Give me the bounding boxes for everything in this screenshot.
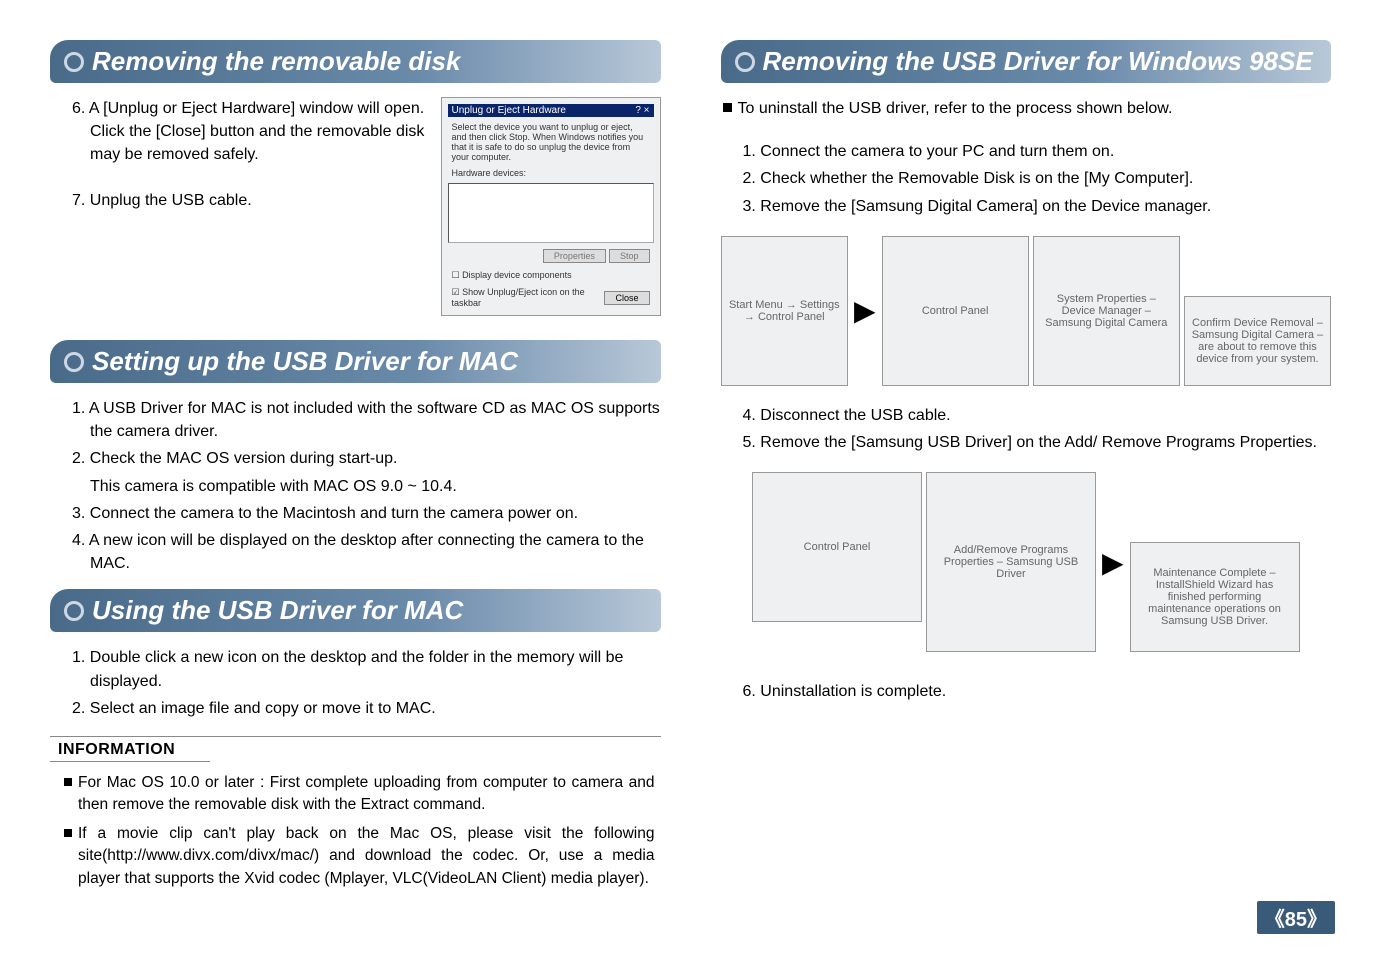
r-step-2: 2. Check whether the Removable Disk is o… bbox=[735, 167, 1332, 190]
screen-start-menu: Start Menu → Settings → Control Panel bbox=[721, 236, 849, 386]
dialog-title: Unplug or Eject Hardware bbox=[452, 105, 567, 116]
screen-device-manager: System Properties – Device Manager – Sam… bbox=[1033, 236, 1180, 386]
mac-setup-2: 2. Check the MAC OS version during start… bbox=[64, 447, 661, 470]
chk-display-components[interactable]: Display device components bbox=[462, 270, 572, 280]
screenshot-cluster-2: Control Panel Add/Remove Programs Proper… bbox=[721, 472, 1332, 652]
right-column: Removing the USB Driver for Windows 98SE… bbox=[721, 40, 1332, 896]
r-step-5: 5. Remove the [Samsung USB Driver] on th… bbox=[735, 431, 1332, 454]
screen-maintenance-complete: Maintenance Complete – InstallShield Wiz… bbox=[1130, 542, 1300, 652]
dialog-hint: Select the device you want to unplug or … bbox=[448, 121, 654, 163]
page-number: 《85》 bbox=[1257, 901, 1335, 934]
mac-use-1: 1. Double click a new icon on the deskto… bbox=[64, 646, 661, 692]
stop-button[interactable]: Stop bbox=[609, 249, 650, 263]
heading-using-mac: Using the USB Driver for MAC bbox=[50, 589, 661, 632]
close-icon: ? × bbox=[635, 105, 649, 116]
screen-control-panel-2: Control Panel bbox=[752, 472, 922, 622]
screen-control-panel: Control Panel bbox=[882, 236, 1029, 386]
r-step-3: 3. Remove the [Samsung Digital Camera] o… bbox=[735, 195, 1332, 218]
arrow-icon: ▶ bbox=[852, 294, 878, 327]
left-column: Removing the removable disk Unplug or Ej… bbox=[50, 40, 661, 896]
close-button[interactable]: Close bbox=[604, 291, 649, 305]
arrow-icon: ▶ bbox=[1100, 546, 1126, 579]
bullet-icon bbox=[64, 829, 72, 837]
mac-setup-4: 4. A new icon will be displayed on the d… bbox=[64, 529, 661, 575]
mac-setup-2-sub: This camera is compatible with MAC OS 9.… bbox=[50, 475, 661, 498]
bullet-icon bbox=[64, 778, 72, 786]
chk-show-icon[interactable]: Show Unplug/Eject icon on the taskbar bbox=[452, 287, 585, 308]
square-bullet-icon bbox=[723, 103, 732, 112]
info-item-1: For Mac OS 10.0 or later : First complet… bbox=[78, 772, 655, 817]
mac-setup-3: 3. Connect the camera to the Macintosh a… bbox=[64, 502, 661, 525]
dialog-unplug-eject: Unplug or Eject Hardware ? × Select the d… bbox=[441, 97, 661, 316]
intro-text: To uninstall the USB driver, refer to th… bbox=[738, 97, 1173, 120]
heading-remove-98se: Removing the USB Driver for Windows 98SE bbox=[721, 40, 1332, 83]
screen-addremove-programs: Add/Remove Programs Properties – Samsung… bbox=[926, 472, 1096, 652]
heading-setup-mac: Setting up the USB Driver for MAC bbox=[50, 340, 661, 383]
screen-confirm-removal: Confirm Device Removal – Samsung Digital… bbox=[1184, 296, 1331, 386]
hw-devices-list bbox=[448, 183, 654, 243]
heading-removing-disk: Removing the removable disk bbox=[50, 40, 661, 83]
r-step-4: 4. Disconnect the USB cable. bbox=[735, 404, 1332, 427]
hw-devices-label: Hardware devices: bbox=[448, 167, 654, 179]
screenshot-cluster-1: Start Menu → Settings → Control Panel ▶ … bbox=[721, 236, 1332, 386]
r-step-6: 6. Uninstallation is complete. bbox=[735, 680, 1332, 703]
info-item-2: If a movie clip can't play back on the M… bbox=[78, 823, 655, 890]
mac-use-2: 2. Select an image file and copy or move… bbox=[64, 697, 661, 720]
r-step-1: 1. Connect the camera to your PC and tur… bbox=[735, 140, 1332, 163]
mac-setup-1: 1. A USB Driver for MAC is not included … bbox=[64, 397, 661, 443]
properties-button[interactable]: Properties bbox=[543, 249, 606, 263]
information-box: INFORMATION For Mac OS 10.0 or later : F… bbox=[50, 736, 661, 890]
information-title: INFORMATION bbox=[58, 741, 175, 758]
